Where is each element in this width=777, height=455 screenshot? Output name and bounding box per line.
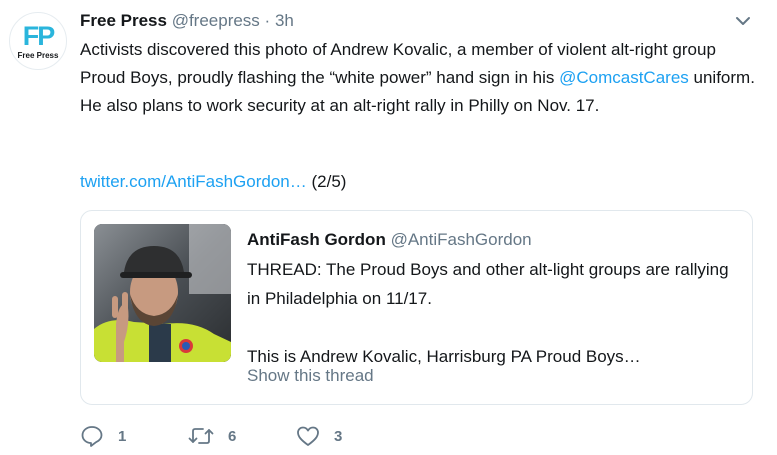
- retweet-icon: [188, 426, 214, 446]
- avatar-logo: FP: [22, 21, 56, 51]
- like-count: 3: [334, 427, 343, 445]
- quoted-tweet-text: THREAD: The Proud Boys and other alt-lig…: [247, 255, 737, 371]
- chevron-down-icon[interactable]: [734, 14, 752, 28]
- tweet-link-row: twitter.com/AntiFashGordon… (2/5): [80, 168, 346, 196]
- user-handle[interactable]: @freepress: [172, 11, 260, 30]
- thread-position: (2/5): [311, 172, 347, 191]
- retweet-button[interactable]: 6: [188, 424, 236, 448]
- reply-button[interactable]: 1: [80, 424, 126, 448]
- show-thread-link[interactable]: Show this thread: [247, 364, 374, 388]
- display-name[interactable]: Free Press: [80, 11, 167, 30]
- reply-icon: [80, 425, 104, 447]
- reply-count: 1: [118, 427, 127, 445]
- like-button[interactable]: 3: [296, 424, 342, 448]
- mention-link[interactable]: @ComcastCares: [559, 68, 689, 87]
- retweet-count: 6: [228, 427, 237, 445]
- tweet-header: Free Press @freepress · 3h: [80, 9, 294, 33]
- quoted-tweet-header: AntiFash Gordon @AntiFashGordon: [247, 227, 532, 253]
- thread-link[interactable]: twitter.com/AntiFashGordon…: [80, 172, 307, 191]
- quoted-tweet-photo[interactable]: [94, 224, 231, 362]
- tweet-timestamp[interactable]: 3h: [275, 11, 294, 30]
- quoted-user-handle[interactable]: @AntiFashGordon: [391, 230, 532, 249]
- quoted-text-line1: THREAD: The Proud Boys and other alt-lig…: [247, 260, 729, 308]
- avatar[interactable]: FP Free Press: [9, 12, 67, 70]
- header-separator: ·: [264, 11, 271, 30]
- tweet-text: Activists discovered this photo of Andre…: [80, 36, 760, 120]
- avatar-logo-label: Free Press: [17, 51, 59, 60]
- heart-icon: [296, 425, 320, 447]
- quoted-display-name[interactable]: AntiFash Gordon: [247, 230, 386, 249]
